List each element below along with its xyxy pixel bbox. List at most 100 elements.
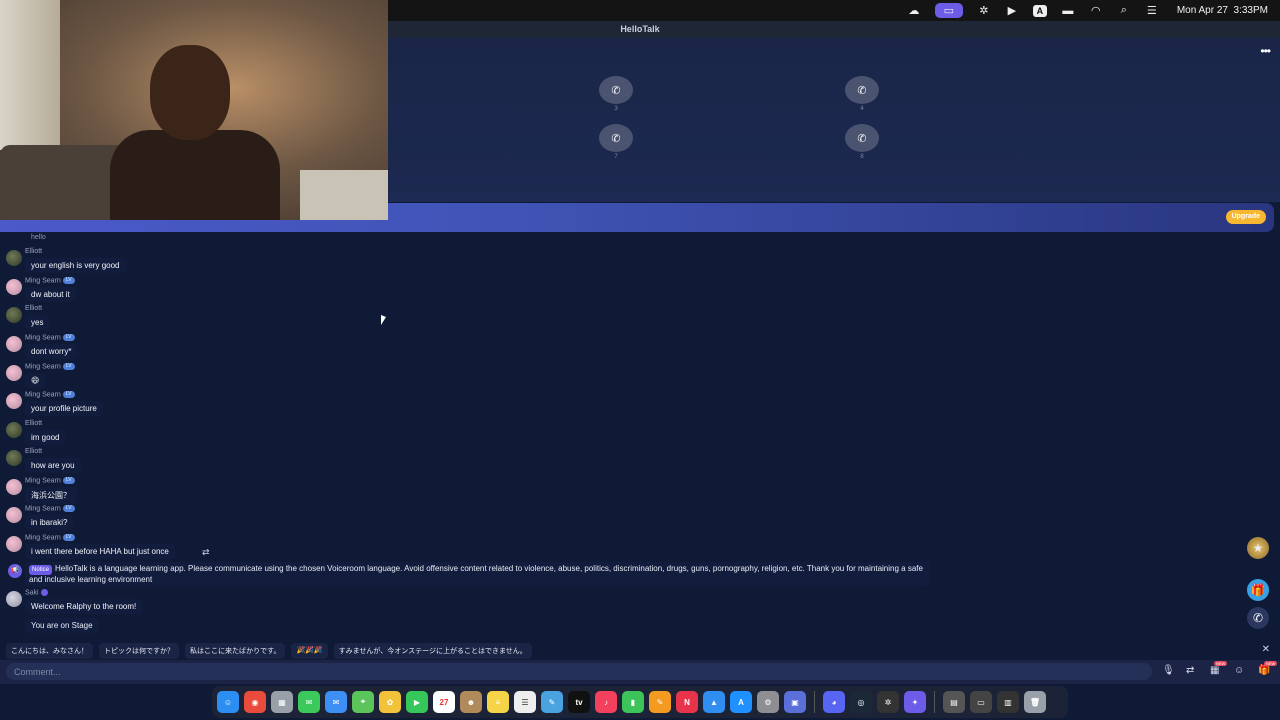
- pages-icon[interactable]: ✎: [649, 691, 671, 713]
- menu-bar-clock[interactable]: Mon Apr 27 3:33PM: [1177, 5, 1268, 16]
- message-bubble[interactable]: how are you: [25, 458, 81, 473]
- launchpad-icon[interactable]: ▦: [271, 691, 293, 713]
- reminders-icon[interactable]: ☰: [514, 691, 536, 713]
- apple-tv-icon[interactable]: tv: [568, 691, 590, 713]
- message-bubble[interactable]: in ibaraki?: [25, 515, 74, 530]
- quick-reply-chip[interactable]: こんにちは、みなさん！: [6, 643, 93, 659]
- upgrade-button[interactable]: Upgrade: [1225, 210, 1266, 224]
- calendar-icon[interactable]: 27: [433, 691, 455, 713]
- screenshot-stack-icon[interactable]: ▭: [970, 691, 992, 713]
- mail-icon[interactable]: ✉: [325, 691, 347, 713]
- notes-icon[interactable]: ≡: [487, 691, 509, 713]
- freeform-icon[interactable]: ✎: [541, 691, 563, 713]
- battery-icon[interactable]: ▬: [1061, 5, 1075, 17]
- gift-icon[interactable]: 🎁 NEW: [1258, 661, 1278, 676]
- message-bubble[interactable]: 海浜公園？: [25, 487, 77, 504]
- creative-cloud-icon[interactable]: ☁: [907, 5, 921, 17]
- username[interactable]: Elliott: [25, 448, 42, 455]
- keynote-icon[interactable]: ▲: [703, 691, 725, 713]
- username-text: Saki: [25, 589, 39, 597]
- quick-reply-chip[interactable]: すみませんが、今オンステージに上がることはできません。: [333, 643, 532, 659]
- stage-phone-icon[interactable]: ✆: [1247, 607, 1269, 629]
- message-bubble[interactable]: 😄: [25, 373, 46, 388]
- username[interactable]: Ming Searn LV: [25, 505, 75, 512]
- stage-seat-4[interactable]: ✆ 4: [845, 76, 879, 112]
- username[interactable]: Ming Searn LV: [25, 534, 75, 541]
- quick-reply-chip[interactable]: 🎉🎉🎉: [291, 643, 328, 659]
- messages-icon[interactable]: ✉: [298, 691, 320, 713]
- avatar[interactable]: [6, 307, 22, 323]
- close-icon[interactable]: ✕: [1262, 644, 1270, 655]
- chatgpt-icon[interactable]: ✲: [977, 5, 991, 17]
- quick-reply-chip[interactable]: トピックは何ですか？: [99, 643, 179, 659]
- discord-icon[interactable]: ◕: [823, 691, 845, 713]
- gift-box-icon[interactable]: 🎁: [1247, 579, 1269, 601]
- chatgpt-dock-icon[interactable]: ✲: [877, 691, 899, 713]
- webcam-window: [0, 0, 60, 150]
- stage-seat-3[interactable]: ✆ 3: [599, 76, 633, 112]
- gift-event-icon[interactable]: ★: [1247, 537, 1269, 559]
- username[interactable]: Ming Searn LV: [25, 334, 75, 341]
- control-center-icon[interactable]: ☰: [1145, 5, 1159, 17]
- message-bubble[interactable]: your profile picture: [25, 401, 103, 416]
- message-bubble[interactable]: your english is very good: [25, 258, 126, 273]
- avatar[interactable]: [6, 479, 22, 495]
- contacts-icon[interactable]: ☻: [460, 691, 482, 713]
- music-icon[interactable]: ♪: [595, 691, 617, 713]
- username[interactable]: Ming Searn LV: [25, 477, 75, 484]
- chrome-icon[interactable]: ◉: [244, 691, 266, 713]
- avatar[interactable]: [6, 250, 22, 266]
- stage-seat-7[interactable]: ✆ 7: [599, 124, 633, 160]
- avatar[interactable]: [6, 591, 22, 607]
- avatar[interactable]: [6, 507, 22, 523]
- avatar[interactable]: [6, 536, 22, 552]
- play-icon[interactable]: ▶: [1005, 5, 1019, 17]
- hellotalk-icon[interactable]: ✦: [904, 691, 926, 713]
- avatar[interactable]: [6, 365, 22, 381]
- username[interactable]: Saki: [25, 589, 48, 596]
- message-bubble[interactable]: yes: [25, 315, 50, 330]
- downloads-stack-icon[interactable]: ▤: [943, 691, 965, 713]
- stage-seat-8[interactable]: ✆ 8: [845, 124, 879, 160]
- input-source-icon[interactable]: A: [1032, 4, 1047, 17]
- news-icon[interactable]: N: [676, 691, 698, 713]
- maps-icon[interactable]: ⌖: [352, 691, 374, 713]
- seat-number: 4: [860, 106, 864, 112]
- spotlight-search-icon[interactable]: ⌕: [1117, 4, 1131, 17]
- trash-icon[interactable]: 🗑: [1024, 691, 1046, 713]
- username[interactable]: Ming Searn LV: [25, 363, 75, 370]
- message-bubble[interactable]: i went there before HAHA but just once: [25, 544, 175, 559]
- more-options-button[interactable]: •••: [1260, 44, 1271, 58]
- steam-icon[interactable]: ◎: [850, 691, 872, 713]
- wifi-icon[interactable]: ◠: [1089, 5, 1103, 17]
- documents-stack-icon[interactable]: ▥: [997, 691, 1019, 713]
- avatar[interactable]: [6, 393, 22, 409]
- message-bubble[interactable]: dont worry*: [25, 344, 78, 359]
- app-store-icon[interactable]: A: [730, 691, 752, 713]
- avatar[interactable]: [6, 279, 22, 295]
- screen-share-icon[interactable]: ▭: [934, 3, 963, 18]
- photos-icon[interactable]: ✿: [379, 691, 401, 713]
- username[interactable]: Ming Searn LV: [25, 391, 75, 398]
- comment-input[interactable]: [6, 663, 1152, 680]
- facetime-icon[interactable]: ▶: [406, 691, 428, 713]
- numbers-icon[interactable]: ▮: [622, 691, 644, 713]
- avatar[interactable]: [6, 422, 22, 438]
- quick-reply-chip[interactable]: 私はここに来たばかりです。: [185, 643, 286, 659]
- avatar[interactable]: [6, 450, 22, 466]
- microphone-icon[interactable]: 🎙: [1162, 665, 1175, 676]
- username[interactable]: Elliott: [25, 248, 42, 255]
- preview-icon[interactable]: ▣: [784, 691, 806, 713]
- translate-icon[interactable]: ⇄: [202, 547, 210, 558]
- apps-grid-icon[interactable]: ▦ NEW: [1210, 661, 1228, 676]
- username[interactable]: Ming Searn LV: [25, 277, 75, 284]
- translate-icon[interactable]: ⇄: [1186, 665, 1194, 676]
- system-settings-icon[interactable]: ⚙: [757, 691, 779, 713]
- finder-icon[interactable]: ☺: [217, 691, 239, 713]
- stickers-icon[interactable]: ☺: [1234, 665, 1244, 676]
- username[interactable]: Elliott: [25, 305, 42, 312]
- message-bubble[interactable]: im good: [25, 430, 66, 445]
- message-bubble[interactable]: dw about it: [25, 287, 76, 302]
- username[interactable]: Elliott: [25, 420, 42, 427]
- avatar[interactable]: [6, 336, 22, 352]
